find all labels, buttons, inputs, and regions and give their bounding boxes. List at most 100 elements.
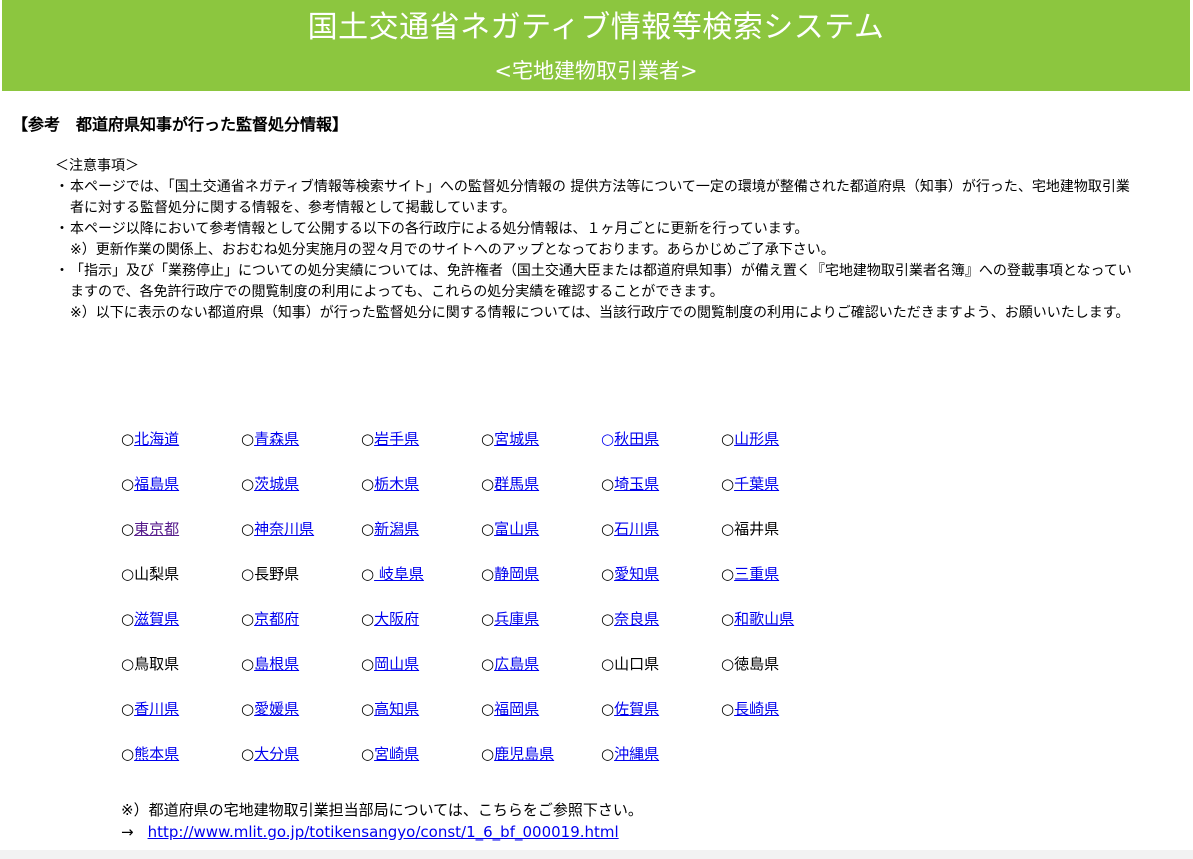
- prefecture-link[interactable]: 沖縄県: [614, 745, 659, 763]
- prefecture-item[interactable]: ○新潟県: [361, 518, 419, 540]
- note-item: ・ 「指示」及び「業務停止」についての処分実績については、免許権者（国土交通大臣…: [55, 261, 1140, 324]
- prefecture-link[interactable]: 東京都: [134, 520, 179, 538]
- prefecture-item[interactable]: ○石川県: [601, 518, 659, 540]
- prefecture-item[interactable]: ○栃木県: [361, 473, 419, 495]
- prefecture-item[interactable]: ○埼玉県: [601, 473, 659, 495]
- prefecture-link[interactable]: 青森県: [254, 430, 299, 448]
- circle-marker-icon: ○: [241, 430, 255, 448]
- prefecture-item[interactable]: ○青森県: [241, 428, 299, 450]
- prefecture-label: 山口県: [614, 655, 660, 673]
- prefecture-link[interactable]: 和歌山県: [734, 610, 794, 628]
- prefecture-link[interactable]: 岡山県: [374, 655, 419, 673]
- prefecture-item[interactable]: ○富山県: [481, 518, 539, 540]
- prefecture-item[interactable]: ○ 岐阜県: [361, 563, 424, 585]
- page-title: 国土交通省ネガティブ情報等検索システム: [307, 10, 885, 45]
- prefecture-item[interactable]: ○北海道: [121, 428, 179, 450]
- prefecture-link[interactable]: 山形県: [734, 430, 779, 448]
- prefecture-item[interactable]: ○兵庫県: [481, 608, 539, 630]
- prefecture-link[interactable]: 熊本県: [134, 745, 179, 763]
- prefecture-link[interactable]: 福岡県: [494, 700, 539, 718]
- note-text: 本ページ以降において参考情報として公開する以下の各行政庁による処分情報は、１ヶ月…: [70, 221, 809, 237]
- prefecture-item[interactable]: ○滋賀県: [121, 608, 179, 630]
- prefecture-link[interactable]: 佐賀県: [614, 700, 659, 718]
- prefecture-link[interactable]: 宮崎県: [374, 745, 419, 763]
- prefecture-link[interactable]: 北海道: [134, 430, 179, 448]
- prefecture-item[interactable]: ○沖縄県: [601, 743, 659, 765]
- prefecture-item[interactable]: ○島根県: [241, 653, 299, 675]
- prefecture-link[interactable]: 大阪府: [374, 610, 419, 628]
- prefecture-link[interactable]: 静岡県: [494, 565, 539, 583]
- notes-block: ＜注意事項＞ ・ 本ページでは、「国土交通省ネガティブ情報等検索サイト」への監督…: [55, 156, 1140, 324]
- prefecture-item[interactable]: ○千葉県: [721, 473, 779, 495]
- prefecture-item[interactable]: ○京都府: [241, 608, 299, 630]
- prefecture-item[interactable]: ○岩手県: [361, 428, 419, 450]
- circle-marker-icon: ○: [601, 610, 615, 628]
- prefecture-item[interactable]: ○鹿児島県: [481, 743, 554, 765]
- prefecture-link[interactable]: 愛媛県: [254, 700, 299, 718]
- prefecture-item[interactable]: ○静岡県: [481, 563, 539, 585]
- prefecture-link[interactable]: 岐阜県: [374, 565, 424, 583]
- prefecture-item[interactable]: ○香川県: [121, 698, 179, 720]
- prefecture-item[interactable]: ○大阪府: [361, 608, 419, 630]
- prefecture-link[interactable]: 奈良県: [614, 610, 659, 628]
- prefecture-link[interactable]: 神奈川県: [254, 520, 314, 538]
- prefecture-item[interactable]: ○茨城県: [241, 473, 299, 495]
- prefecture-link[interactable]: 福島県: [134, 475, 179, 493]
- prefecture-item[interactable]: ○福岡県: [481, 698, 539, 720]
- prefecture-item[interactable]: ○広島県: [481, 653, 539, 675]
- prefecture-link[interactable]: 京都府: [254, 610, 299, 628]
- prefecture-link[interactable]: 新潟県: [374, 520, 419, 538]
- prefecture-link[interactable]: 秋田県: [614, 430, 659, 448]
- prefecture-item[interactable]: ○奈良県: [601, 608, 659, 630]
- prefecture-link[interactable]: 鹿児島県: [494, 745, 554, 763]
- prefecture-link[interactable]: 長崎県: [734, 700, 779, 718]
- prefecture-link[interactable]: 島根県: [254, 655, 299, 673]
- prefecture-item[interactable]: ○佐賀県: [601, 698, 659, 720]
- note-text: 「指示」及び「業務停止」についての処分実績については、免許権者（国土交通大臣また…: [70, 263, 1132, 300]
- circle-marker-icon: ○: [361, 565, 375, 583]
- prefecture-item[interactable]: ○高知県: [361, 698, 419, 720]
- prefecture-link[interactable]: 岩手県: [374, 430, 419, 448]
- prefecture-link[interactable]: 茨城県: [254, 475, 299, 493]
- department-list-link[interactable]: http://www.mlit.go.jp/totikensangyo/cons…: [148, 823, 619, 841]
- circle-marker-icon: ○: [121, 745, 135, 763]
- prefecture-item[interactable]: ○大分県: [241, 743, 299, 765]
- prefecture-link[interactable]: 滋賀県: [134, 610, 179, 628]
- prefecture-item[interactable]: ○宮崎県: [361, 743, 419, 765]
- prefecture-link[interactable]: 大分県: [254, 745, 299, 763]
- prefecture-link[interactable]: 香川県: [134, 700, 179, 718]
- prefecture-item[interactable]: ○山形県: [721, 428, 779, 450]
- page-subtitle: <宅地建物取引業者>: [494, 59, 698, 83]
- prefecture-item[interactable]: ○宮城県: [481, 428, 539, 450]
- prefecture-link[interactable]: 愛知県: [614, 565, 659, 583]
- prefecture-item[interactable]: ○群馬県: [481, 473, 539, 495]
- prefecture-item[interactable]: ○愛媛県: [241, 698, 299, 720]
- prefecture-link[interactable]: 兵庫県: [494, 610, 539, 628]
- prefecture-link[interactable]: 千葉県: [734, 475, 779, 493]
- prefecture-item[interactable]: ○熊本県: [121, 743, 179, 765]
- prefecture-item[interactable]: ○愛知県: [601, 563, 659, 585]
- prefecture-label: 長野県: [254, 565, 300, 583]
- circle-marker-icon: ○: [481, 610, 495, 628]
- circle-marker-icon: ○: [601, 430, 615, 448]
- prefecture-item[interactable]: ○東京都: [121, 518, 179, 540]
- prefecture-link[interactable]: 埼玉県: [614, 475, 659, 493]
- prefecture-link[interactable]: 高知県: [374, 700, 419, 718]
- prefecture-link[interactable]: 三重県: [734, 565, 779, 583]
- prefecture-link[interactable]: 富山県: [494, 520, 539, 538]
- circle-marker-icon: ○: [361, 430, 375, 448]
- prefecture-link[interactable]: 広島県: [494, 655, 539, 673]
- prefecture-link[interactable]: 石川県: [614, 520, 659, 538]
- prefecture-item[interactable]: ○神奈川県: [241, 518, 314, 540]
- prefecture-item[interactable]: ○三重県: [721, 563, 779, 585]
- prefecture-link[interactable]: 栃木県: [374, 475, 419, 493]
- prefecture-item[interactable]: ○福島県: [121, 473, 179, 495]
- prefecture-item[interactable]: ○秋田県: [601, 428, 659, 450]
- prefecture-item[interactable]: ○岡山県: [361, 653, 419, 675]
- circle-marker-icon: ○: [721, 565, 735, 583]
- prefecture-link[interactable]: 群馬県: [494, 475, 539, 493]
- prefecture-link[interactable]: 宮城県: [494, 430, 539, 448]
- prefecture-item[interactable]: ○長崎県: [721, 698, 779, 720]
- circle-marker-icon: ○: [361, 655, 375, 673]
- prefecture-item[interactable]: ○和歌山県: [721, 608, 794, 630]
